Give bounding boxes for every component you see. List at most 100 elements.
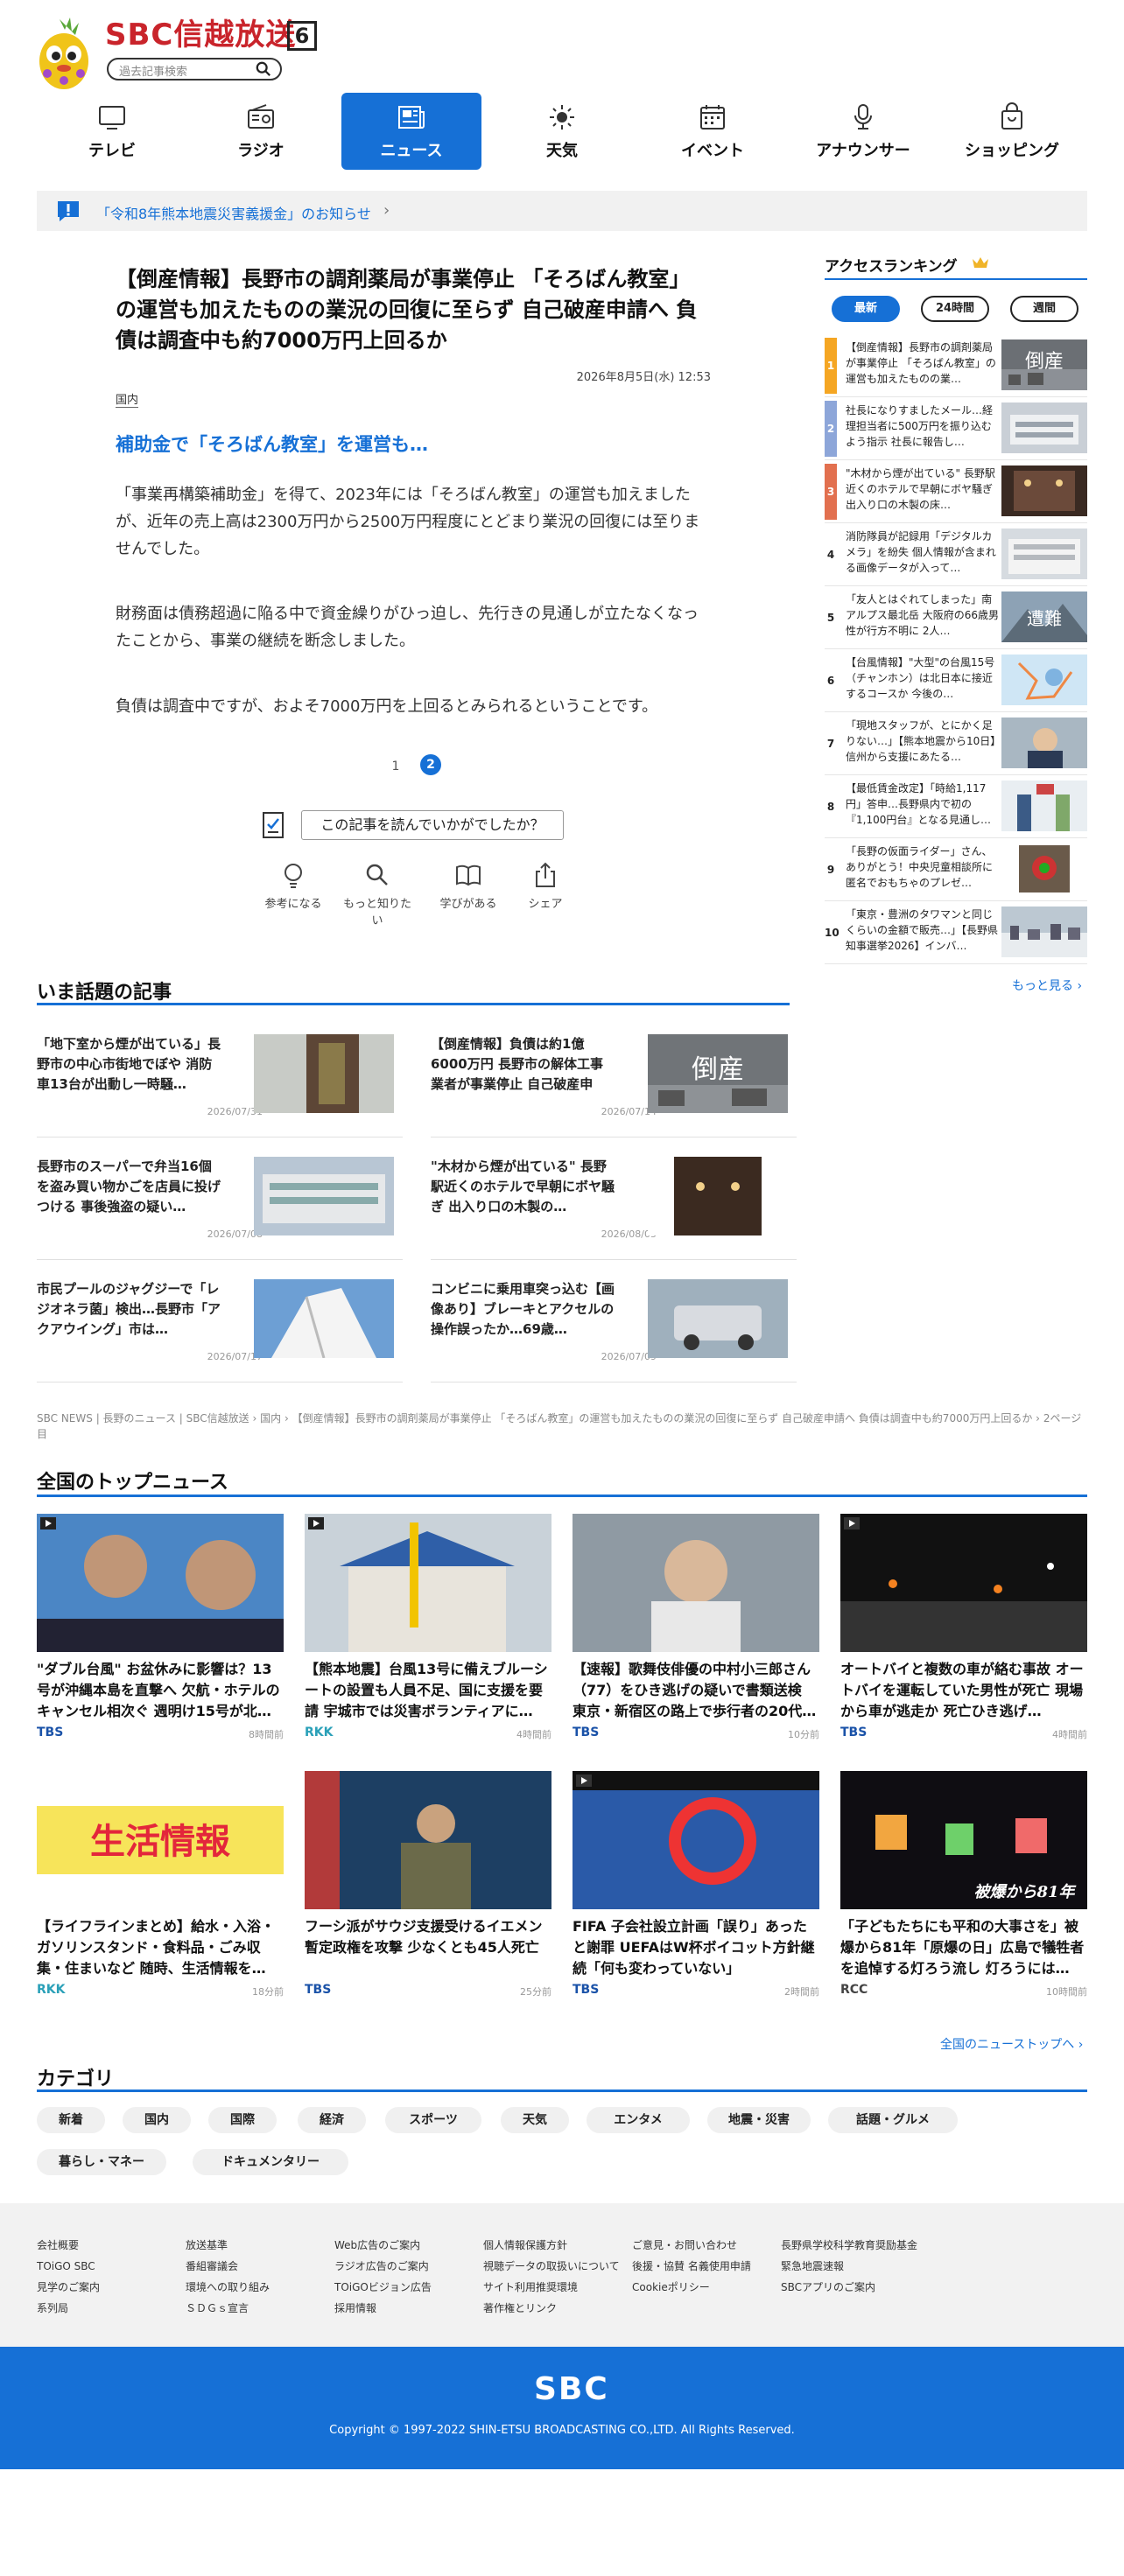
- ranking-more-link[interactable]: もっと見る ›: [1012, 976, 1082, 994]
- footer-link[interactable]: ラジオ広告のご案内: [334, 2256, 432, 2277]
- footer-link[interactable]: 放送基準: [186, 2235, 270, 2256]
- ranking-item[interactable]: 9 「長野の仮面ライダー」さん、ありがとう！中央児童相談所に匿名でおもちゃのプレ…: [825, 842, 1087, 901]
- national-more-link[interactable]: 全国のニューストップへ ›: [940, 2035, 1083, 2053]
- nav-announcer[interactable]: アナウンサー: [793, 93, 933, 170]
- divider: [37, 1003, 790, 1005]
- rank-number: 1: [825, 338, 837, 394]
- ranking-item[interactable]: 10 「東京・豊洲のタワマンと同じくらいの金額で販売…」【長野県知事選挙2026…: [825, 905, 1087, 964]
- category-topics-gourmet[interactable]: 話題・グルメ: [828, 2107, 958, 2133]
- ranking-item[interactable]: 6 【台風情報】"大型"の台風15号（チャンホン）は北日本に接近するコースか 今…: [825, 653, 1087, 712]
- news-card[interactable]: フーシ派がサウジ支援受けるイエメン暫定政権を攻撃 少なくとも45人死亡 TBS …: [305, 1771, 551, 2007]
- ranking-item[interactable]: 7 「現地スタッフが、とにかく足りない…」【熊本地震から10日】信州から支援にあ…: [825, 716, 1087, 775]
- footer-link[interactable]: 後援・協賛 名義使用申請: [632, 2256, 751, 2277]
- footer-link[interactable]: 環境への取り組み: [186, 2277, 270, 2298]
- news-card[interactable]: "ダブル台風" お盆休みに影響は？13号が沖縄本島を直撃へ 欠航・ホテルのキャン…: [37, 1514, 284, 1750]
- category-documentary[interactable]: ドキュメンタリー: [193, 2149, 348, 2175]
- reaction-label: シェア: [528, 898, 563, 911]
- footer-link[interactable]: ご意見・お問い合わせ: [632, 2235, 751, 2256]
- sun-icon: [550, 105, 574, 130]
- news-source: TBS: [573, 1726, 600, 1740]
- ranking-item[interactable]: 8 【最低賃金改定】「時給1,117円」答申…長野県内で初の『1,100円台』と…: [825, 779, 1087, 838]
- topic-item[interactable]: 「地下室から煙が出ている」長野市の中心市街地でぼや 消防車13台が出動し一時騒……: [37, 1034, 403, 1138]
- brand-logo[interactable]: SBC信越放送: [105, 18, 296, 52]
- topic-item[interactable]: 市民プールのジャグジーで「レジオネラ菌」検出…長野市「アクアウイング」市は… 2…: [37, 1279, 403, 1382]
- footer-link[interactable]: 視聴データの取扱いについて: [483, 2256, 620, 2277]
- search-icon[interactable]: [256, 61, 271, 77]
- page-link-1[interactable]: 1: [385, 756, 406, 777]
- nav-weather[interactable]: 天気: [492, 93, 632, 170]
- news-card[interactable]: 被爆から81年 「子どもたちにも平和の大事さを」被爆から81年「原爆の日」広島で…: [840, 1771, 1087, 2007]
- footer-logo[interactable]: SBC: [534, 2371, 609, 2407]
- nav-tv[interactable]: テレビ: [42, 93, 182, 170]
- breadcrumb-category-link[interactable]: 国内: [260, 1412, 281, 1424]
- category-living-money[interactable]: 暮らし・マネー: [37, 2149, 166, 2175]
- news-card[interactable]: オートバイと複数の車が絡む事故 オートバイを運転していた男性が死亡 現場から車が…: [840, 1514, 1087, 1750]
- topic-item[interactable]: "木材から煙が出ている" 長野駅近くのホテルで早朝にボヤ騒ぎ 出入り口の木製の……: [431, 1157, 797, 1260]
- category-international[interactable]: 国際: [208, 2107, 277, 2133]
- news-card[interactable]: FIFA 子会社設立計画「誤り」あったと謝罪 UEFAはW杯ボイコット方針継続「…: [573, 1771, 819, 2007]
- topic-item[interactable]: コンビニに乗用車突っ込む【画像あり】ブレーキとアクセルの操作誤ったか…69歳… …: [431, 1279, 797, 1382]
- news-source: TBS: [37, 1726, 64, 1740]
- footer-link[interactable]: 長野県学校科学教育奨励基金: [781, 2235, 917, 2256]
- reaction-learn-button[interactable]: 学びがある: [429, 861, 508, 911]
- nav-radio[interactable]: ラジオ: [191, 93, 331, 170]
- breadcrumb-article-link[interactable]: 【倒産情報】長野市の調剤薬局が事業停止 「そろばん教室」の運営も加えたものの業況…: [292, 1412, 1033, 1424]
- ranking-tab-24h[interactable]: 24時間: [921, 296, 989, 322]
- footer-link[interactable]: 番組審議会: [186, 2256, 270, 2277]
- footer-link[interactable]: 会社概要: [37, 2235, 100, 2256]
- nav-shopping[interactable]: ショッピング: [942, 93, 1082, 170]
- ranking-thumbnail: [1001, 844, 1087, 894]
- section-title: いま話題の記事: [37, 982, 172, 1004]
- ranking-tab-latest[interactable]: 最新: [832, 296, 900, 322]
- topic-thumbnail: [648, 1279, 788, 1358]
- rank-number: 5: [826, 612, 835, 624]
- ranking-item[interactable]: 4 消防隊員が記録用「デジタルカメラ」を紛失 個人情報が含まれる画像データが入っ…: [825, 527, 1087, 586]
- news-card[interactable]: 【熊本地震】台風13号に備えブルーシートの設置も人員不足、国に支援を要請 宇城市…: [305, 1514, 551, 1750]
- nav-event[interactable]: イベント: [643, 93, 783, 170]
- category-weather[interactable]: 天気: [501, 2107, 569, 2133]
- article-category-link[interactable]: 国内: [116, 390, 139, 408]
- notice-link[interactable]: 「令和8年熊本地震災害義援金」のお知らせ: [96, 202, 371, 223]
- category-sports[interactable]: スポーツ: [385, 2107, 481, 2133]
- reaction-helpful-button[interactable]: 参考になる: [254, 861, 333, 911]
- footer-link[interactable]: Cookieポリシー: [632, 2277, 751, 2298]
- mascot-logo-icon[interactable]: [35, 16, 93, 94]
- nav-news[interactable]: ニュース: [341, 93, 481, 170]
- footer-link[interactable]: 個人情報保護方針: [483, 2235, 620, 2256]
- footer-link[interactable]: Web広告のご案内: [334, 2235, 432, 2256]
- footer-link[interactable]: 系列局: [37, 2298, 100, 2319]
- ranking-item[interactable]: 2 社長になりすましたメール…経理担当者に500万円を振り込むよう指示 社長に報…: [825, 401, 1087, 460]
- breadcrumb-home-link[interactable]: SBC NEWS | 長野のニュース | SBC信越放送: [37, 1412, 249, 1424]
- news-card[interactable]: 生活情報 【ライフラインまとめ】給水・入浴・ガソリンスタンド・食料品・ごみ収集・…: [37, 1771, 284, 2007]
- category-disaster[interactable]: 地震・災害: [707, 2107, 811, 2133]
- ranking-thumbnail: [1001, 466, 1087, 516]
- share-button[interactable]: シェア: [506, 861, 585, 911]
- footer-link[interactable]: 著作権とリンク: [483, 2298, 620, 2319]
- topic-item[interactable]: 【倒産情報】負債は約1億6000万円 長野市の解体工事業者が事業停止 自己破産申…: [431, 1034, 797, 1138]
- footer-link[interactable]: ＳＤＧｓ宣言: [186, 2298, 270, 2319]
- category-domestic[interactable]: 国内: [123, 2107, 191, 2133]
- category-entertainment[interactable]: エンタメ: [587, 2107, 690, 2133]
- reaction-more-button[interactable]: もっと知りたい: [338, 861, 417, 928]
- footer-link[interactable]: 採用情報: [334, 2298, 432, 2319]
- topic-item[interactable]: 長野市のスーパーで弁当16個を盗み買い物かごを店員に投げつける 事後強盗の疑い……: [37, 1157, 403, 1260]
- ranking-item[interactable]: 1 【倒産情報】長野市の調剤薬局が事業停止 「そろばん教室」の運営も加えたものの…: [825, 338, 1087, 397]
- footer-link[interactable]: 緊急地震速報: [781, 2256, 917, 2277]
- category-new[interactable]: 新着: [37, 2107, 105, 2133]
- news-card[interactable]: 【速報】歌舞伎俳優の中村小三郎さん（77）をひき逃げの疑いで書類送検 東京・新宿…: [573, 1514, 819, 1750]
- footer-link[interactable]: TOiGO SBC: [37, 2256, 100, 2277]
- footer-link[interactable]: TOiGOビジョン広告: [334, 2277, 432, 2298]
- footer-link[interactable]: SBCアプリのご案内: [781, 2277, 917, 2298]
- topic-title: 「地下室から煙が出ている」長野市の中心市街地でぼや 消防車13台が出動し一時騒…: [37, 1036, 221, 1092]
- ranking-item[interactable]: 5 「友人とはぐれてしまった」南アルプス最北岳 大阪府の66歳男性が行方不明に …: [825, 590, 1087, 649]
- footer-links-col: 長野県学校科学教育奨励基金 緊急地震速報 SBCアプリのご案内: [781, 2235, 917, 2298]
- ranking-item[interactable]: 3 "木材から煙が出ている" 長野駅近くのホテルで早朝にボヤ騒ぎ 出入り口の木製…: [825, 464, 1087, 523]
- article-paragraph: 「事業再構築補助金」を得て、2023年には「そろばん教室」の運営も加えましたが、…: [116, 486, 700, 558]
- footer-link[interactable]: サイト利用推奨環境: [483, 2277, 620, 2298]
- footer-link[interactable]: 見学のご案内: [37, 2277, 100, 2298]
- rank-number: 3: [825, 464, 837, 520]
- footer-links-col: 会社概要 TOiGO SBC 見学のご案内 系列局: [37, 2235, 100, 2319]
- category-economy[interactable]: 経済: [298, 2107, 366, 2133]
- ranking-tab-weekly[interactable]: 週間: [1010, 296, 1078, 322]
- play-icon: [308, 1517, 324, 1530]
